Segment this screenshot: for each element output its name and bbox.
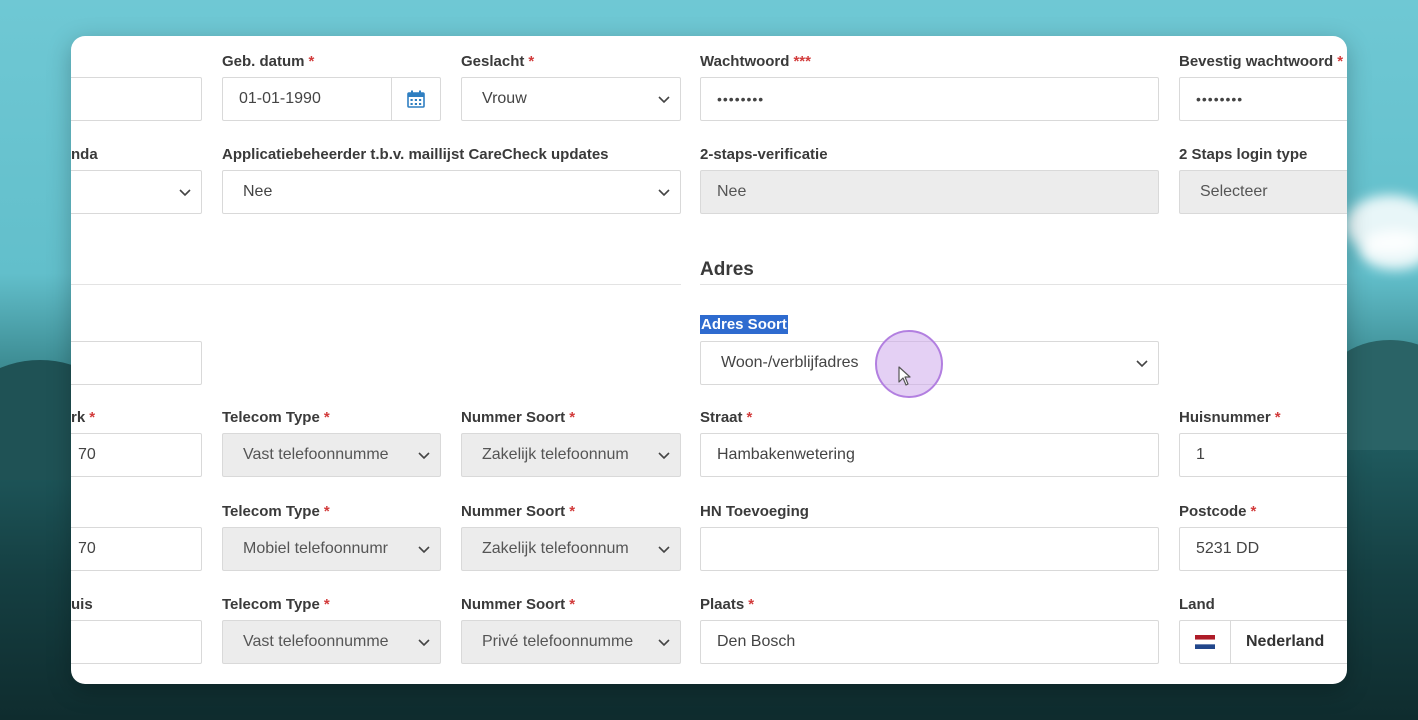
- chevron-down-icon: [658, 189, 670, 197]
- mouse-pointer-icon: [898, 366, 911, 386]
- chevron-down-icon: [658, 96, 670, 104]
- partial-label-row4: rk *: [71, 409, 96, 426]
- password-label: Wachtwoord ***: [700, 53, 811, 70]
- partial-label-row6: uis: [71, 596, 93, 613]
- telecom-type-label-3: Telecom Type *: [222, 596, 330, 613]
- app-admin-label: Applicatiebeheerder t.b.v. maillijst Car…: [222, 146, 609, 163]
- app-admin-select[interactable]: Nee: [222, 170, 681, 214]
- background-cloud: [1360, 230, 1418, 270]
- two-step-type-field: Selecteer: [1179, 170, 1347, 214]
- flag-nl-icon: [1180, 621, 1231, 663]
- number-kind-select-2[interactable]: Zakelijk telefoonnum: [461, 527, 681, 571]
- calendar-icon: [407, 90, 425, 108]
- partial-phone-input-3[interactable]: [71, 620, 202, 664]
- number-kind-select-3[interactable]: Privé telefoonnumme: [461, 620, 681, 664]
- chevron-down-icon: [418, 639, 430, 647]
- two-step-type-label: 2 Staps login type: [1179, 146, 1308, 163]
- number-kind-label-2: Nummer Soort *: [461, 503, 576, 520]
- country-select[interactable]: Nederland: [1179, 620, 1347, 664]
- cursor-highlight: [875, 330, 943, 398]
- chevron-down-icon: [418, 546, 430, 554]
- partial-field-row3[interactable]: [71, 341, 202, 385]
- street-input[interactable]: Hambakenwetering: [700, 433, 1159, 477]
- hn-addition-label: HN Toevoeging: [700, 503, 809, 520]
- address-type-label: Adres Soort: [700, 315, 788, 334]
- street-label: Straat *: [700, 409, 753, 426]
- chevron-down-icon: [658, 639, 670, 647]
- chevron-down-icon: [658, 546, 670, 554]
- address-section-title: Adres: [700, 259, 754, 280]
- confirm-password-label: Bevestig wachtwoord *: [1179, 53, 1344, 70]
- partial-field-row1[interactable]: [71, 77, 202, 121]
- user-form-card: Geb. datum * 01-01-1990 Geslacht * Vrouw W…: [71, 36, 1347, 684]
- chevron-down-icon: [1136, 360, 1148, 368]
- telecom-type-select-3[interactable]: Vast telefoonnumme: [222, 620, 441, 664]
- partial-phone-input-1[interactable]: 70: [71, 433, 202, 477]
- hn-addition-input[interactable]: [700, 527, 1159, 571]
- partial-label-row2: nda: [71, 146, 98, 163]
- house-number-input[interactable]: 1: [1179, 433, 1347, 477]
- address-type-label-selected: Adres Soort: [700, 315, 788, 334]
- city-input[interactable]: Den Bosch: [700, 620, 1159, 664]
- telecom-type-select-2[interactable]: Mobiel telefoonnumr: [222, 527, 441, 571]
- number-kind-label-1: Nummer Soort *: [461, 409, 576, 426]
- telecom-type-label-1: Telecom Type *: [222, 409, 330, 426]
- country-label: Land: [1179, 596, 1215, 613]
- dob-input[interactable]: 01-01-1990: [222, 77, 441, 121]
- gender-label: Geslacht *: [461, 53, 535, 70]
- city-label: Plaats *: [700, 596, 755, 613]
- postcode-label: Postcode *: [1179, 503, 1257, 520]
- dob-label: Geb. datum *: [222, 53, 315, 70]
- number-kind-select-1[interactable]: Zakelijk telefoonnum: [461, 433, 681, 477]
- address-divider: [700, 284, 1347, 285]
- two-step-field: Nee: [700, 170, 1159, 214]
- postcode-input[interactable]: 5231 DD: [1179, 527, 1347, 571]
- chevron-down-icon: [418, 452, 430, 460]
- telecom-type-select-1[interactable]: Vast telefoonnumme: [222, 433, 441, 477]
- calendar-button[interactable]: [391, 78, 440, 120]
- two-step-label: 2-staps-verificatie: [700, 146, 828, 163]
- gender-select[interactable]: Vrouw: [461, 77, 681, 121]
- password-input[interactable]: ••••••••: [700, 77, 1159, 121]
- partial-select-row2[interactable]: [71, 170, 202, 214]
- confirm-password-input[interactable]: ••••••••: [1179, 77, 1347, 121]
- section-divider: [71, 284, 681, 285]
- partial-phone-input-2[interactable]: 70: [71, 527, 202, 571]
- house-number-label: Huisnummer *: [1179, 409, 1281, 426]
- telecom-type-label-2: Telecom Type *: [222, 503, 330, 520]
- chevron-down-icon: [658, 452, 670, 460]
- number-kind-label-3: Nummer Soort *: [461, 596, 576, 613]
- chevron-down-icon: [179, 189, 191, 197]
